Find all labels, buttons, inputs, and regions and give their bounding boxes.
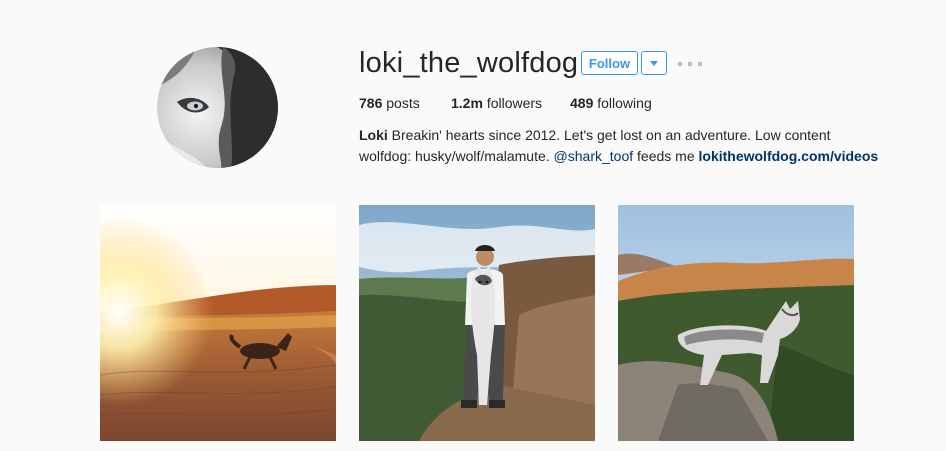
bio-text: Breakin' hearts since 2012. Let's get lo… (387, 127, 831, 143)
followers-count: 1.2m (451, 95, 483, 111)
bio-line-1: Loki Breakin' hearts since 2012. Let's g… (359, 125, 879, 146)
followers-label: followers (486, 95, 543, 111)
chevron-down-icon (650, 60, 658, 66)
following-stat[interactable]: 489 following (570, 94, 652, 112)
more-dot (688, 62, 692, 66)
followers-stat[interactable]: 1.2m followers (451, 94, 542, 112)
more-options-icon[interactable] (678, 58, 702, 70)
bio-name: Loki (359, 127, 388, 143)
profile-username: loki_the_wolfdog (359, 47, 579, 79)
follow-dropdown-button[interactable] (641, 51, 667, 75)
posts-label: posts (386, 95, 420, 111)
post-thumbnail[interactable] (618, 205, 854, 441)
post-thumbnail[interactable] (359, 205, 595, 441)
avatar-image (157, 47, 278, 168)
post-image-mountain-man (359, 205, 595, 441)
more-dot (698, 62, 702, 66)
more-dot (678, 62, 682, 66)
post-image-ridge-wolfdog (618, 205, 854, 441)
profile-bio: Loki Breakin' hearts since 2012. Let's g… (359, 125, 879, 167)
bio-text-2: wolfdog: husky/wolf/malamute. (359, 148, 554, 164)
following-label: following (597, 95, 652, 111)
following-count: 489 (570, 95, 594, 111)
bio-mention-link[interactable]: @shark_toof (554, 148, 634, 164)
profile-avatar[interactable] (157, 47, 278, 168)
bio-line-2: wolfdog: husky/wolf/malamute. @shark_too… (359, 146, 879, 167)
posts-stat: 786 posts (359, 94, 420, 112)
post-thumbnail[interactable] (100, 205, 336, 441)
bio-website-link[interactable]: lokithewolfdog.com/videos (699, 148, 879, 164)
posts-count: 786 (359, 95, 383, 111)
post-image-desert (100, 205, 336, 441)
bio-text-3: feeds me (633, 148, 699, 164)
follow-button[interactable]: Follow (581, 51, 638, 75)
